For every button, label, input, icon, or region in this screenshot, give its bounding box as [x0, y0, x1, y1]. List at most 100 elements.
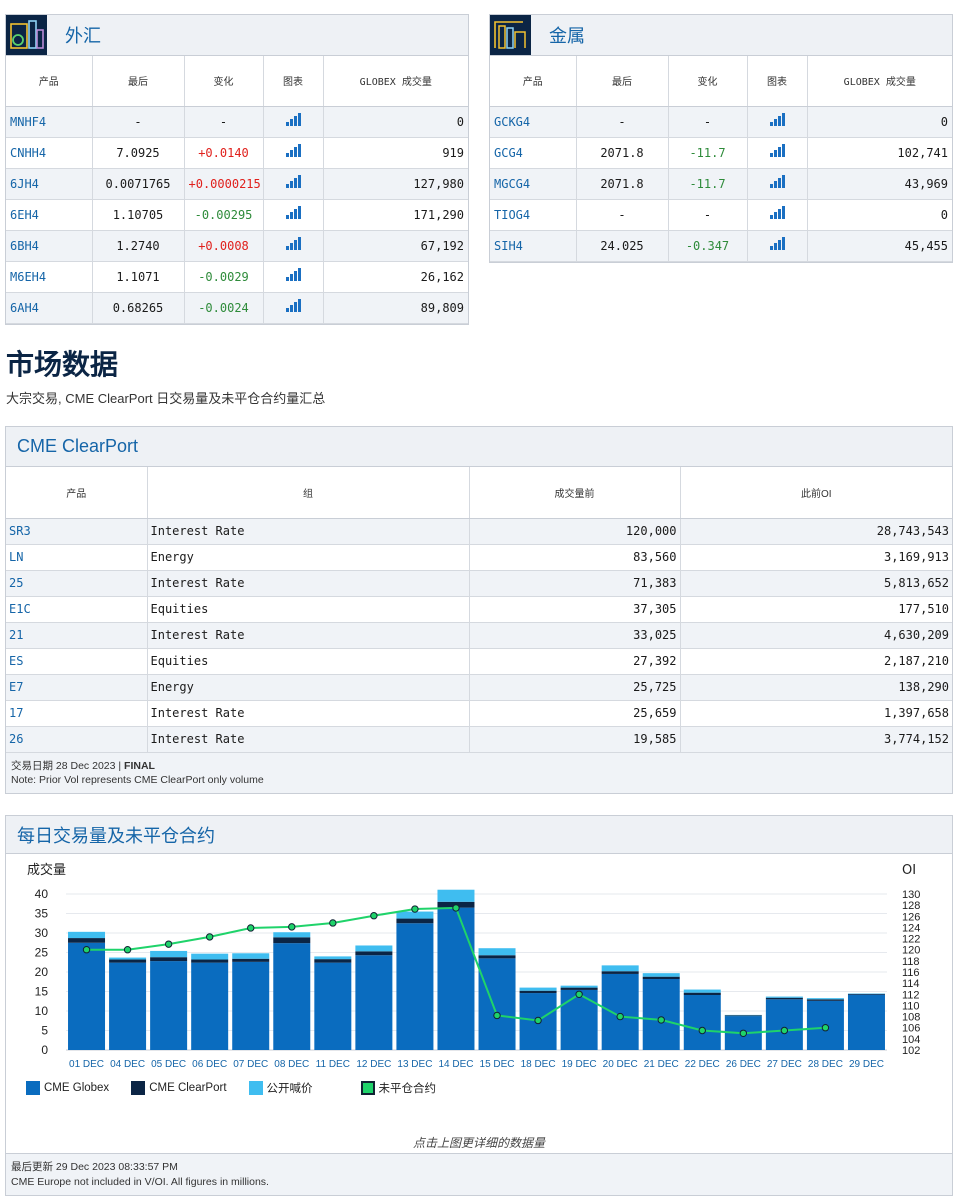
bar-open-outcry[interactable] — [806, 998, 844, 1000]
bar-open-outcry[interactable] — [560, 985, 598, 988]
oi-point[interactable] — [739, 1029, 748, 1037]
quote-symbol[interactable]: SIH4 — [490, 230, 577, 262]
bar-chart-icon[interactable] — [769, 237, 785, 250]
bar-open-outcry[interactable] — [601, 965, 639, 972]
bar-chart-icon[interactable] — [285, 237, 301, 250]
bar-chart-icon[interactable] — [769, 175, 785, 188]
bar-clearport[interactable] — [273, 937, 311, 944]
bar-clearport[interactable] — [109, 959, 147, 963]
bar-globex[interactable] — [109, 962, 147, 1050]
bar-open-outcry[interactable] — [150, 950, 188, 958]
quote-row[interactable]: TIOG4- -0 — [490, 199, 952, 231]
oi-point[interactable] — [411, 905, 419, 913]
bar-clearport[interactable] — [150, 957, 188, 962]
bar-clearport[interactable] — [765, 997, 803, 1000]
chart-icon-cell[interactable] — [747, 137, 808, 169]
quote-row[interactable]: GCKG4- -0 — [490, 106, 952, 138]
bar-clearport[interactable] — [396, 918, 434, 924]
quote-row[interactable]: GCG4 2071.8 -11.7 102,741 — [490, 137, 952, 169]
bar-clearport[interactable] — [68, 938, 106, 943]
cp-symbol[interactable]: 21 — [6, 622, 148, 649]
bar-open-outcry[interactable] — [765, 996, 803, 998]
legend-open-outcry[interactable]: 公开喊价 — [248, 1080, 313, 1096]
quote-row[interactable]: 6BH4 1.2740 +0.0008 67,192 — [6, 230, 468, 262]
oi-point[interactable] — [123, 946, 132, 954]
bar-open-outcry[interactable] — [273, 932, 311, 938]
bar-globex[interactable] — [560, 989, 598, 1050]
cp-symbol[interactable]: ES — [6, 648, 148, 675]
bar-open-outcry[interactable] — [642, 973, 680, 977]
volume-oi-chart[interactable]: 0 5 10 15 20 25 30 35 40 102104106108110112114116… — [6, 854, 952, 1079]
bar-clearport[interactable] — [601, 971, 639, 974]
bar-open-outcry[interactable] — [355, 945, 393, 952]
bar-globex[interactable] — [642, 979, 680, 1050]
cp-symbol[interactable]: E7 — [6, 674, 148, 701]
bar-open-outcry[interactable] — [68, 931, 106, 939]
bar-globex[interactable] — [478, 958, 516, 1050]
quote-symbol[interactable]: CNHH4 — [6, 137, 93, 169]
quote-symbol[interactable]: MNHF4 — [6, 106, 93, 138]
oi-point[interactable] — [370, 912, 378, 920]
quote-symbol[interactable]: MGCG4 — [490, 168, 577, 200]
quote-symbol[interactable]: 6EH4 — [6, 199, 93, 231]
quote-row[interactable]: 6EH4 1.10705 -0.00295 171,290 — [6, 199, 468, 231]
quote-row[interactable]: SIH4 24.025 -0.347 45,455 — [490, 230, 952, 262]
bar-clearport[interactable] — [314, 959, 352, 963]
bar-globex[interactable] — [437, 907, 475, 1050]
oi-point[interactable] — [82, 946, 91, 954]
bar-globex[interactable] — [601, 973, 639, 1050]
oi-point[interactable] — [493, 1011, 501, 1020]
chart-icon-cell[interactable] — [263, 106, 324, 138]
quote-row[interactable]: 6AH4 0.68265 -0.0024 89,809 — [6, 292, 468, 324]
bar-chart-icon[interactable] — [769, 206, 785, 219]
cp-symbol[interactable]: E1C — [6, 596, 148, 623]
bar-globex[interactable] — [68, 942, 106, 1050]
chart-icon-cell[interactable] — [747, 199, 808, 231]
bar-open-outcry[interactable] — [519, 987, 557, 991]
bar-globex[interactable] — [191, 962, 229, 1050]
oi-point[interactable] — [288, 923, 296, 931]
quote-symbol[interactable]: GCG4 — [490, 137, 577, 169]
quote-symbol[interactable]: 6AH4 — [6, 292, 93, 324]
bar-open-outcry[interactable] — [191, 953, 229, 960]
bar-chart-icon[interactable] — [769, 144, 785, 157]
oi-point[interactable] — [698, 1026, 706, 1035]
oi-point[interactable] — [164, 940, 173, 948]
bar-globex[interactable] — [314, 962, 352, 1050]
bar-chart-icon[interactable] — [285, 144, 301, 157]
bar-open-outcry[interactable] — [683, 989, 721, 993]
quote-row[interactable]: MNHF4- -0 — [6, 106, 468, 138]
cp-symbol[interactable]: 17 — [6, 700, 148, 727]
chart-icon-cell[interactable] — [747, 230, 808, 262]
quote-symbol[interactable]: M6EH4 — [6, 261, 93, 293]
quote-row[interactable]: CNHH4 7.0925 +0.0140 919 — [6, 137, 468, 169]
cp-symbol[interactable]: 25 — [6, 570, 148, 597]
quote-row[interactable]: 6JH4 0.0071765 +0.0000215 127,980 — [6, 168, 468, 200]
bar-clearport[interactable] — [642, 976, 680, 980]
bar-clearport[interactable] — [806, 999, 844, 1001]
oi-point[interactable] — [205, 933, 214, 941]
quote-symbol[interactable]: 6JH4 — [6, 168, 93, 200]
chart-icon-cell[interactable] — [263, 168, 324, 200]
chart-icon-cell[interactable] — [747, 106, 808, 138]
bar-chart-icon[interactable] — [285, 268, 301, 281]
quote-row[interactable]: M6EH4 1.1071 -0.0029 26,162 — [6, 261, 468, 293]
bar-clearport[interactable] — [724, 1015, 762, 1017]
oi-point[interactable] — [452, 904, 460, 912]
bar-chart-icon[interactable] — [285, 206, 301, 219]
cp-symbol[interactable]: SR3 — [6, 518, 148, 545]
oi-point[interactable] — [616, 1012, 624, 1021]
bar-globex[interactable] — [765, 999, 803, 1050]
bar-globex[interactable] — [273, 943, 311, 1050]
oi-point[interactable] — [534, 1016, 542, 1025]
chart-icon-cell[interactable] — [263, 199, 324, 231]
bar-open-outcry[interactable] — [314, 956, 352, 960]
cp-symbol[interactable]: LN — [6, 544, 148, 571]
bar-clearport[interactable] — [355, 951, 393, 956]
bar-globex[interactable] — [847, 994, 885, 1050]
quote-symbol[interactable]: 6BH4 — [6, 230, 93, 262]
bar-open-outcry[interactable] — [109, 957, 147, 960]
chart-icon-cell[interactable] — [263, 292, 324, 324]
bar-clearport[interactable] — [478, 955, 516, 959]
oi-point[interactable] — [780, 1026, 789, 1035]
